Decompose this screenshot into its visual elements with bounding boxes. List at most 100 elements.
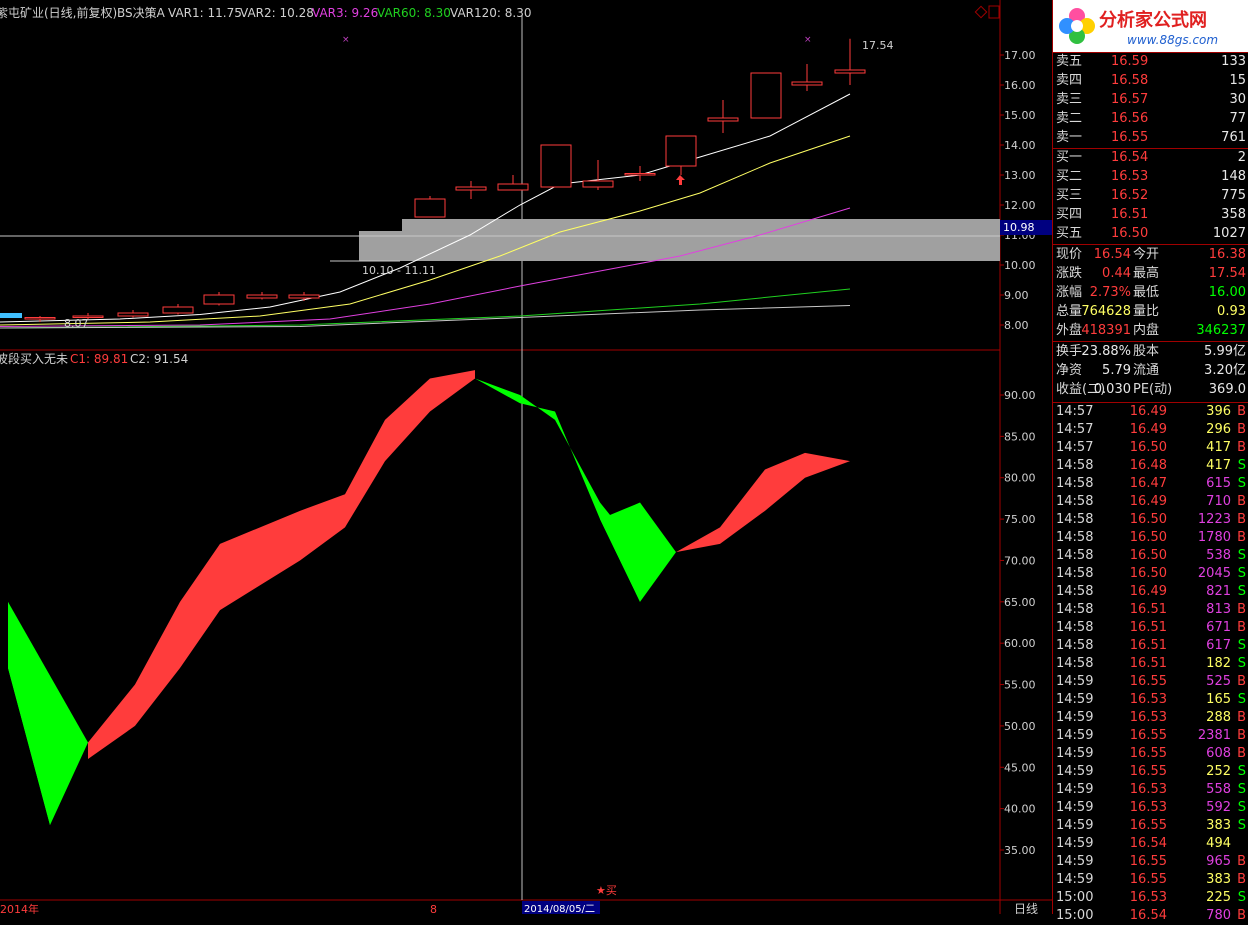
price-axis-tick: 14.00	[1004, 139, 1036, 152]
fund-value-2: 5.99亿	[1204, 344, 1246, 359]
low-price-label: 8.07	[64, 317, 89, 330]
tick-time: 14:58	[1056, 602, 1094, 617]
tick-row: 14:58 16.47 615 S	[1053, 475, 1248, 493]
tick-time: 14:58	[1056, 476, 1094, 491]
zone-box-upper	[402, 219, 1000, 231]
axis-month-label: 8	[430, 903, 437, 914]
stat-row: 涨跌 0.44 最高 17.54	[1053, 265, 1248, 283]
band-segment-red-1	[88, 370, 475, 759]
tick-time: 14:59	[1056, 872, 1094, 887]
ask-price: 16.57	[1111, 92, 1149, 107]
band-axis-tick: 55.00	[1004, 679, 1036, 692]
tick-time: 14:58	[1056, 458, 1094, 473]
site-logo: 分析家公式网 www.88gs.com	[1053, 0, 1248, 52]
stat-row: 现价 16.54 今开 16.38	[1053, 246, 1248, 264]
fund-row: 换手 23.88% 股本 5.99亿	[1053, 343, 1248, 361]
band-axis-tick: 45.00	[1004, 761, 1036, 774]
fund-value-2: 369.0	[1208, 382, 1246, 397]
stat-label-2: 最高	[1133, 266, 1160, 281]
tick-price: 16.47	[1129, 476, 1167, 491]
band-axis-tick: 40.00	[1004, 803, 1036, 816]
tick-side: S	[1237, 818, 1246, 833]
current-price-badge-text: 10.98	[1003, 221, 1035, 234]
fund-label: 换手	[1056, 344, 1083, 359]
tick-volume: 165	[1206, 692, 1231, 707]
tick-row: 14:59 16.55 525 B	[1053, 673, 1248, 691]
panel-divider	[1053, 341, 1248, 342]
window-controls[interactable]	[974, 5, 1000, 19]
tick-time: 14:58	[1056, 512, 1094, 527]
price-axis-tick: 8.00	[1004, 319, 1029, 332]
ask-row: 卖三 16.57 30	[1053, 91, 1248, 109]
tick-volume: 2045	[1197, 566, 1231, 581]
tick-price: 16.54	[1129, 836, 1167, 851]
fund-value: 23.88%	[1081, 344, 1131, 359]
tick-row: 14:57 16.50 417 B	[1053, 439, 1248, 457]
tick-row: 14:58 16.51 182 S	[1053, 655, 1248, 673]
fund-label-2: 流通	[1133, 363, 1160, 378]
tick-row: 14:58 16.50 2045 S	[1053, 565, 1248, 583]
period-label[interactable]: 日线	[1014, 902, 1038, 914]
tick-row: 14:58 16.50 1223 B	[1053, 511, 1248, 529]
price-axis: 17.0016.0015.0014.0013.0012.0011.0010.00…	[1000, 49, 1036, 332]
tick-volume: 608	[1206, 746, 1231, 761]
tick-volume: 383	[1206, 872, 1231, 887]
price-axis-tick: 12.00	[1004, 199, 1036, 212]
candle-body	[246, 294, 278, 299]
price-axis-tick: 13.00	[1004, 169, 1036, 182]
tick-volume: 671	[1206, 620, 1231, 635]
tick-time: 15:00	[1056, 908, 1094, 923]
zone-label: 10.10 - 11.11	[362, 264, 436, 277]
indicator-name: BS决策A	[117, 6, 166, 20]
stat-label: 涨跌	[1056, 266, 1083, 281]
cursor-date-label: 2014/08/05/二	[524, 904, 595, 914]
price-axis-tick: 17.00	[1004, 49, 1036, 62]
tick-side: S	[1237, 800, 1246, 815]
c1-label: C1: 89.81	[70, 352, 128, 366]
tick-volume: 780	[1206, 908, 1231, 923]
stat-value-2: 17.54	[1208, 266, 1246, 281]
ask-label: 卖二	[1056, 111, 1083, 126]
stat-label-2: 最低	[1133, 285, 1160, 300]
bid-row: 买二 16.53 148	[1053, 168, 1248, 186]
bid-price: 16.50	[1111, 226, 1149, 241]
band-axis-tick: 60.00	[1004, 637, 1036, 650]
tick-time: 14:57	[1056, 422, 1094, 437]
bid-price: 16.51	[1111, 207, 1149, 222]
kline-chart-area[interactable]: 紫屯矿业(日线,前复权) BS决策A VAR1: 11.75 VAR2: 10.…	[0, 0, 1052, 914]
band-segment-green-2b	[600, 502, 676, 602]
stat-label-2: 内盘	[1133, 323, 1160, 338]
stat-label: 总量	[1056, 304, 1083, 319]
bid-row: 买三 16.52 775	[1053, 187, 1248, 205]
bid-volume: 148	[1221, 169, 1246, 184]
c2-label: C2: 91.54	[130, 352, 188, 366]
tick-volume: 525	[1206, 674, 1231, 689]
ma-line-gray	[0, 305, 851, 329]
band-axis-tick: 90.00	[1004, 389, 1036, 402]
tick-side: S	[1237, 656, 1246, 671]
candle-body	[24, 317, 56, 320]
tick-volume: 1223	[1197, 512, 1231, 527]
ask-row: 卖五 16.59 133	[1053, 53, 1248, 71]
band-segment-red-2	[676, 452, 850, 553]
tick-side: B	[1237, 854, 1246, 869]
candle-body	[455, 186, 487, 191]
tick-row: 14:58 16.49 821 S	[1053, 583, 1248, 601]
logo-url: www.88gs.com	[1127, 33, 1218, 47]
tick-time: 14:58	[1056, 566, 1094, 581]
candle-body	[497, 183, 529, 191]
tick-side: B	[1237, 620, 1246, 635]
stat-value-2: 0.93	[1217, 304, 1246, 319]
tick-price: 16.55	[1129, 872, 1167, 887]
stat-label-2: 今开	[1133, 247, 1160, 262]
tick-side: B	[1237, 674, 1246, 689]
tick-row: 14:59 16.55 608 B	[1053, 745, 1248, 763]
price-axis-tick: 10.00	[1004, 259, 1036, 272]
var3-label: VAR3: 9.26	[312, 6, 378, 20]
tick-price: 16.51	[1129, 602, 1167, 617]
tick-time: 14:59	[1056, 854, 1094, 869]
band-indicator-series	[8, 370, 850, 826]
tick-price: 16.50	[1129, 530, 1167, 545]
candlestick-series	[24, 38, 866, 322]
tick-volume: 182	[1206, 656, 1231, 671]
